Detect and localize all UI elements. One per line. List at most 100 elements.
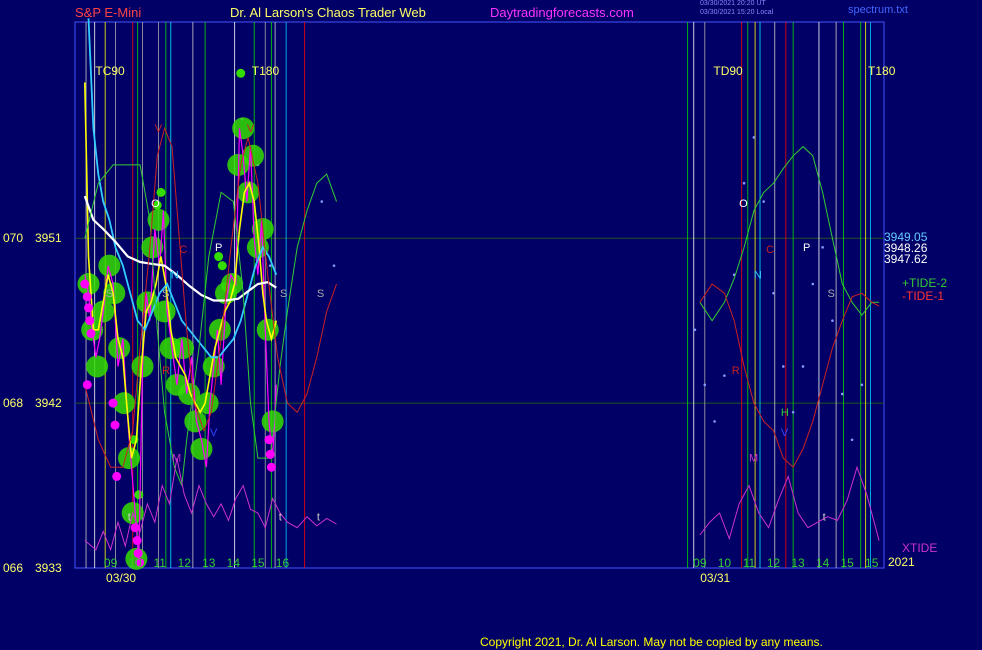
file-label: spectrum.txt (848, 4, 908, 16)
event-letter: S (280, 288, 287, 300)
time-tick-label: 13 (202, 556, 216, 570)
green-dot (217, 261, 227, 271)
forecast-dot (693, 328, 697, 332)
series-line-xtide (699, 465, 880, 541)
forecast-dot (752, 136, 756, 139)
cycle-marker: T180 (252, 64, 280, 78)
event-letter: t (279, 511, 282, 523)
magenta-point (130, 523, 140, 533)
top-markers-layer: TC90 T180 TD90 T180 (95, 64, 895, 78)
magenta-point (266, 462, 276, 472)
magenta-point (112, 471, 122, 481)
forecast-dot (713, 420, 716, 423)
event-letter: C (766, 244, 774, 256)
event-letter: V (781, 427, 789, 439)
axis-code-label: 068 (3, 396, 23, 410)
event-letter: O (151, 198, 160, 210)
time-tick-label: 12 (178, 556, 192, 570)
time-tick-label: 14 (816, 556, 830, 570)
timestamp-ut: 03/30/2021 20:20 UT (700, 0, 766, 7)
plot-frame (74, 21, 885, 569)
date-label: 03/31 (700, 571, 730, 585)
event-letter: O (739, 198, 748, 210)
event-letter: t (128, 511, 131, 523)
date-label: 03/30 (106, 571, 136, 585)
magenta-point (85, 316, 95, 326)
legend-entry: +TIDE-2 (902, 276, 947, 290)
price-chart: S S S S SO OP PN NR RM MHVVt t t tC CV V TC90 T180 TD90 T… (3, 18, 947, 585)
event-letter: S (162, 288, 169, 300)
time-tick-label: 15 (840, 556, 854, 570)
event-letter: C (179, 244, 187, 256)
time-tick-label: 10 (128, 556, 142, 570)
time-tick-label: 12 (767, 556, 781, 570)
year-label: 2021 (888, 555, 915, 569)
chart-title: Dr. Al Larson's Chaos Trader Web (230, 5, 426, 20)
green-dot (236, 68, 246, 78)
event-letter: S (317, 288, 324, 300)
forecast-dot (831, 319, 834, 322)
event-letter: S (106, 288, 113, 300)
time-tick-label: 09 (693, 556, 707, 570)
event-letter: t (317, 511, 320, 523)
event-letter: P (215, 242, 222, 254)
green-dot (118, 447, 141, 470)
axis-code-label: 070 (3, 231, 23, 245)
event-letter: H (781, 407, 789, 419)
symbol-label: S&P E-Mini (75, 5, 142, 20)
magenta-point (82, 292, 92, 302)
forecast-dot (801, 365, 805, 368)
event-letter: R (162, 365, 170, 377)
event-letter: t (823, 511, 826, 523)
event-letter: V (210, 427, 218, 439)
forecast-dot (860, 383, 864, 387)
series-line-tide2 (699, 145, 880, 322)
cycle-marker: T180 (868, 64, 896, 78)
time-tick-label: 09 (104, 556, 118, 570)
magenta-point (82, 380, 92, 390)
forecast-dots-layer (240, 117, 864, 442)
time-tick-label: 11 (153, 556, 166, 570)
axis-price-label: 3942 (35, 396, 62, 410)
axis-code-label: 066 (3, 561, 23, 575)
axis-price-label: 3933 (35, 561, 62, 575)
magenta-point (80, 279, 90, 289)
forecast-dot (821, 246, 824, 249)
forecast-dot (811, 282, 815, 286)
magenta-point (110, 420, 120, 430)
time-tick-label: 15 (865, 556, 879, 570)
forecast-dot (782, 365, 785, 368)
green-dot (98, 254, 121, 277)
green-dot (156, 187, 166, 197)
event-letter: M (749, 453, 758, 465)
magenta-points-layer (80, 279, 276, 568)
cycle-marker: TC90 (95, 64, 125, 78)
forecast-dot (332, 264, 336, 267)
forecast-dot (268, 264, 272, 267)
site-label: Daytradingforecasts.com (490, 5, 634, 20)
magenta-point (132, 536, 142, 546)
chart-window: SSSSSOOPPNNRRMMHVVttttCCVV TC90 T180 TD90 T… (0, 0, 982, 650)
axis-price-label: 3951 (35, 231, 62, 245)
copyright-notice: Copyright 2021, Dr. Al Larson. May not b… (480, 635, 823, 649)
magenta-point (265, 449, 275, 459)
time-tick-label: 13 (791, 556, 805, 570)
forecast-dot (762, 200, 765, 203)
event-letter: N (754, 270, 762, 282)
series-line-xtide (84, 458, 337, 552)
timestamp-local: 03/30/2021 15:20 Local (700, 9, 774, 16)
legend-entry: -TIDE-1 (902, 289, 944, 303)
event-letter: V (247, 123, 255, 135)
cycle-marker: TD90 (713, 64, 743, 78)
forecast-dot (840, 392, 844, 396)
time-tick-label: 11 (743, 556, 756, 570)
legend-entry: XTIDE (902, 541, 937, 555)
magenta-point (264, 435, 274, 445)
green-dot (261, 410, 284, 433)
forecast-dot (742, 181, 746, 185)
green-dot (134, 490, 144, 500)
green-dot (86, 355, 109, 378)
event-letter: R (732, 365, 740, 377)
right-labels-layer: 3949.053948.263947.62+TIDE-2-TIDE-1XTIDE (884, 230, 947, 555)
forecast-dot (791, 410, 795, 414)
